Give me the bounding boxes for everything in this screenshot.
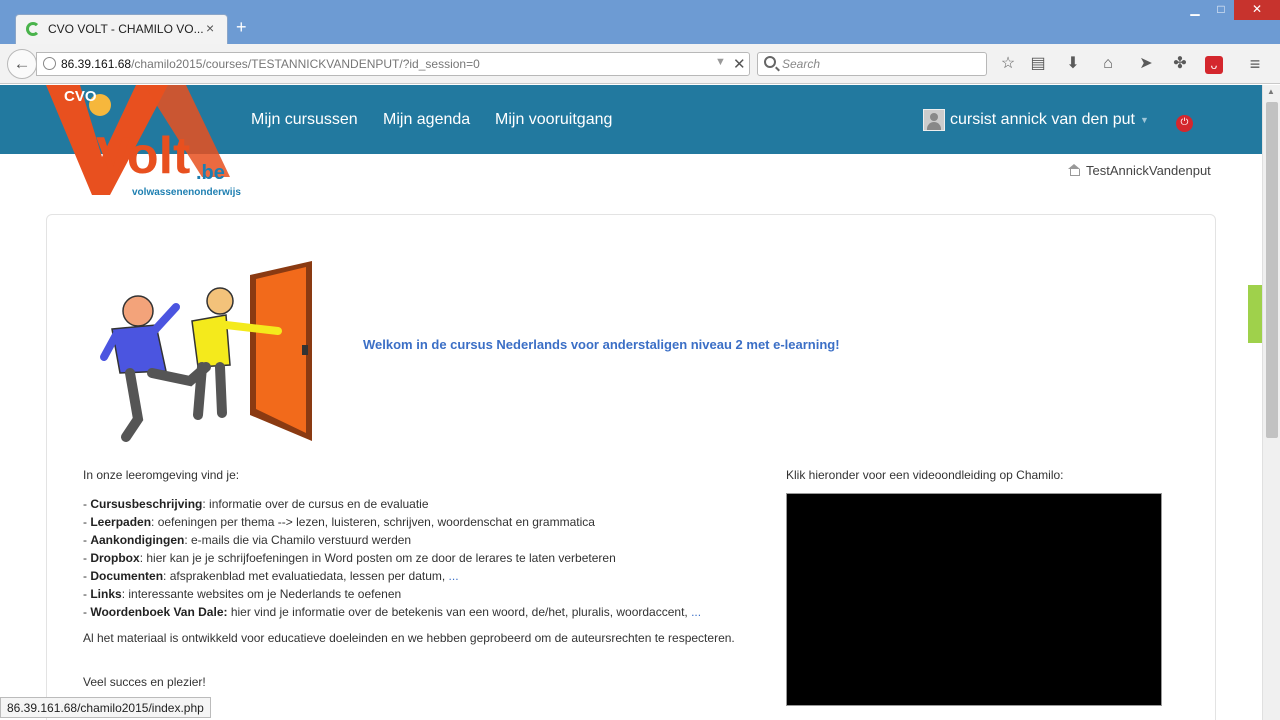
- logout-icon[interactable]: ⏻: [1176, 115, 1193, 132]
- extension-icon[interactable]: ✤: [1169, 54, 1191, 76]
- copyright-note: Al het materiaal is ontwikkeld voor educ…: [83, 631, 735, 645]
- feature-name[interactable]: Aankondigingen: [90, 533, 184, 547]
- download-icon[interactable]: ⬇: [1062, 54, 1084, 76]
- globe-icon: [43, 57, 56, 70]
- reading-list-icon[interactable]: ▤: [1027, 54, 1049, 76]
- more-link[interactable]: ...: [691, 605, 701, 619]
- list-item: - Cursusbeschrijving: informatie over de…: [83, 497, 429, 511]
- feature-desc: : afsprakenblad met evaluatiedata, lesse…: [163, 569, 449, 583]
- menu-icon[interactable]: ≡: [1244, 54, 1266, 76]
- nav-my-agenda[interactable]: Mijn agenda: [383, 111, 470, 129]
- nav-my-courses[interactable]: Mijn cursussen: [251, 111, 358, 129]
- more-link[interactable]: ...: [449, 569, 459, 583]
- list-item: - Aankondigingen: e-mails die via Chamil…: [83, 533, 412, 547]
- browser-titlebar: CVO VOLT - CHAMILO VO... × + ▁ □ ✕: [0, 0, 1280, 44]
- feedback-tab[interactable]: [1248, 285, 1262, 343]
- feature-desc: : e-mails die via Chamilo verstuurd werd…: [184, 533, 412, 547]
- back-button[interactable]: ←: [7, 49, 37, 79]
- logo-domain: .be: [196, 162, 225, 184]
- breadcrumb[interactable]: TestAnnickVandenput: [1068, 163, 1211, 178]
- search-input[interactable]: Search: [757, 52, 987, 76]
- scroll-up-icon[interactable]: ▲: [1267, 87, 1275, 96]
- video-label: Klik hieronder voor een videoondleiding …: [786, 468, 1064, 482]
- browser-tab[interactable]: CVO VOLT - CHAMILO VO... ×: [15, 14, 228, 44]
- url-text[interactable]: 86.39.161.68/chamilo2015/courses/TESTANN…: [61, 57, 480, 71]
- url-bar[interactable]: 86.39.161.68/chamilo2015/courses/TESTANN…: [36, 52, 750, 76]
- feature-name[interactable]: Dropbox: [90, 551, 139, 565]
- home-icon[interactable]: ⌂: [1097, 54, 1119, 76]
- star-icon[interactable]: ☆: [997, 54, 1019, 76]
- avatar[interactable]: [923, 109, 945, 131]
- feature-desc: : interessante websites om je Nederlands…: [121, 587, 402, 601]
- list-item: - Dropbox: hier kan je je schrijfoefenin…: [83, 551, 616, 565]
- dropdown-icon[interactable]: ▼: [715, 56, 726, 68]
- video-player[interactable]: [786, 493, 1162, 706]
- tab-title: CVO VOLT - CHAMILO VO...: [48, 22, 204, 36]
- intro-text: In onze leeromgeving vind je:: [83, 468, 240, 482]
- feature-desc: : oefeningen per thema --> lezen, luiste…: [151, 515, 595, 529]
- list-item: - Leerpaden: oefeningen per thema --> le…: [83, 515, 595, 529]
- feature-name[interactable]: Documenten: [90, 569, 163, 583]
- feature-desc: hier vind je informatie over de betekeni…: [227, 605, 692, 619]
- scroll-thumb[interactable]: [1266, 102, 1278, 438]
- logo-cvo: CVO: [64, 88, 97, 105]
- list-item: - Woordenboek Van Dale: hier vind je inf…: [83, 605, 702, 619]
- feature-name[interactable]: Leerpaden: [90, 515, 151, 529]
- site-logo[interactable]: CVO Volt .be: [40, 85, 250, 201]
- feature-list: - Cursusbeschrijving: informatie over de…: [83, 495, 701, 621]
- maximize-button[interactable]: □: [1206, 0, 1236, 20]
- feature-desc: : informatie over de cursus en de evalua…: [202, 497, 429, 511]
- pdf-icon[interactable]: ᴗ: [1205, 56, 1223, 74]
- list-item: - Links: interessante websites om je Ned…: [83, 587, 402, 601]
- browser-navbar: 86.39.161.68/chamilo2015/courses/TESTANN…: [0, 44, 1280, 84]
- feature-name[interactable]: Woordenboek Van Dale:: [90, 605, 227, 619]
- welcome-illustration: [100, 261, 312, 442]
- back-arrow-icon: ←: [13, 54, 31, 73]
- tab-close-icon[interactable]: ×: [206, 20, 214, 36]
- nav-my-progress[interactable]: Mijn vooruitgang: [495, 111, 612, 129]
- logo-word: Volt: [96, 127, 190, 185]
- feature-desc: : hier kan je je schrijfoefeningen in Wo…: [139, 551, 616, 565]
- home-icon: [1068, 164, 1080, 176]
- feature-name[interactable]: Cursusbeschrijving: [90, 497, 202, 511]
- logo-graphic: CVO Volt .be: [46, 85, 230, 195]
- good-luck-text: Veel succes en plezier!: [83, 675, 206, 689]
- breadcrumb-course[interactable]: TestAnnickVandenput: [1086, 163, 1211, 178]
- url-path: /chamilo2015/courses/TESTANNICKVANDENPUT…: [131, 57, 480, 71]
- chevron-down-icon[interactable]: ▼: [1140, 115, 1149, 125]
- close-window-button[interactable]: ✕: [1234, 0, 1280, 20]
- send-icon[interactable]: ➤: [1135, 54, 1157, 76]
- search-placeholder: Search: [782, 57, 821, 71]
- page-scrollbar[interactable]: ▲: [1262, 85, 1280, 720]
- search-icon: [764, 56, 776, 68]
- page-viewport: Mijn cursussen Mijn agenda Mijn vooruitg…: [0, 85, 1262, 720]
- feature-name[interactable]: Links: [90, 587, 121, 601]
- list-item: - Documenten: afsprakenblad met evaluati…: [83, 569, 459, 583]
- new-tab-button[interactable]: +: [236, 18, 247, 36]
- close-icon[interactable]: ✕: [733, 55, 746, 73]
- user-menu[interactable]: cursist annick van den put: [950, 111, 1135, 129]
- status-bar-url: 86.39.161.68/chamilo2015/index.php: [0, 697, 211, 718]
- welcome-heading: Welkom in de cursus Nederlands voor ande…: [363, 337, 840, 352]
- logo-tagline: volwassenenonderwijs: [132, 187, 241, 198]
- url-host: 86.39.161.68: [61, 57, 132, 71]
- loading-icon: [26, 22, 40, 36]
